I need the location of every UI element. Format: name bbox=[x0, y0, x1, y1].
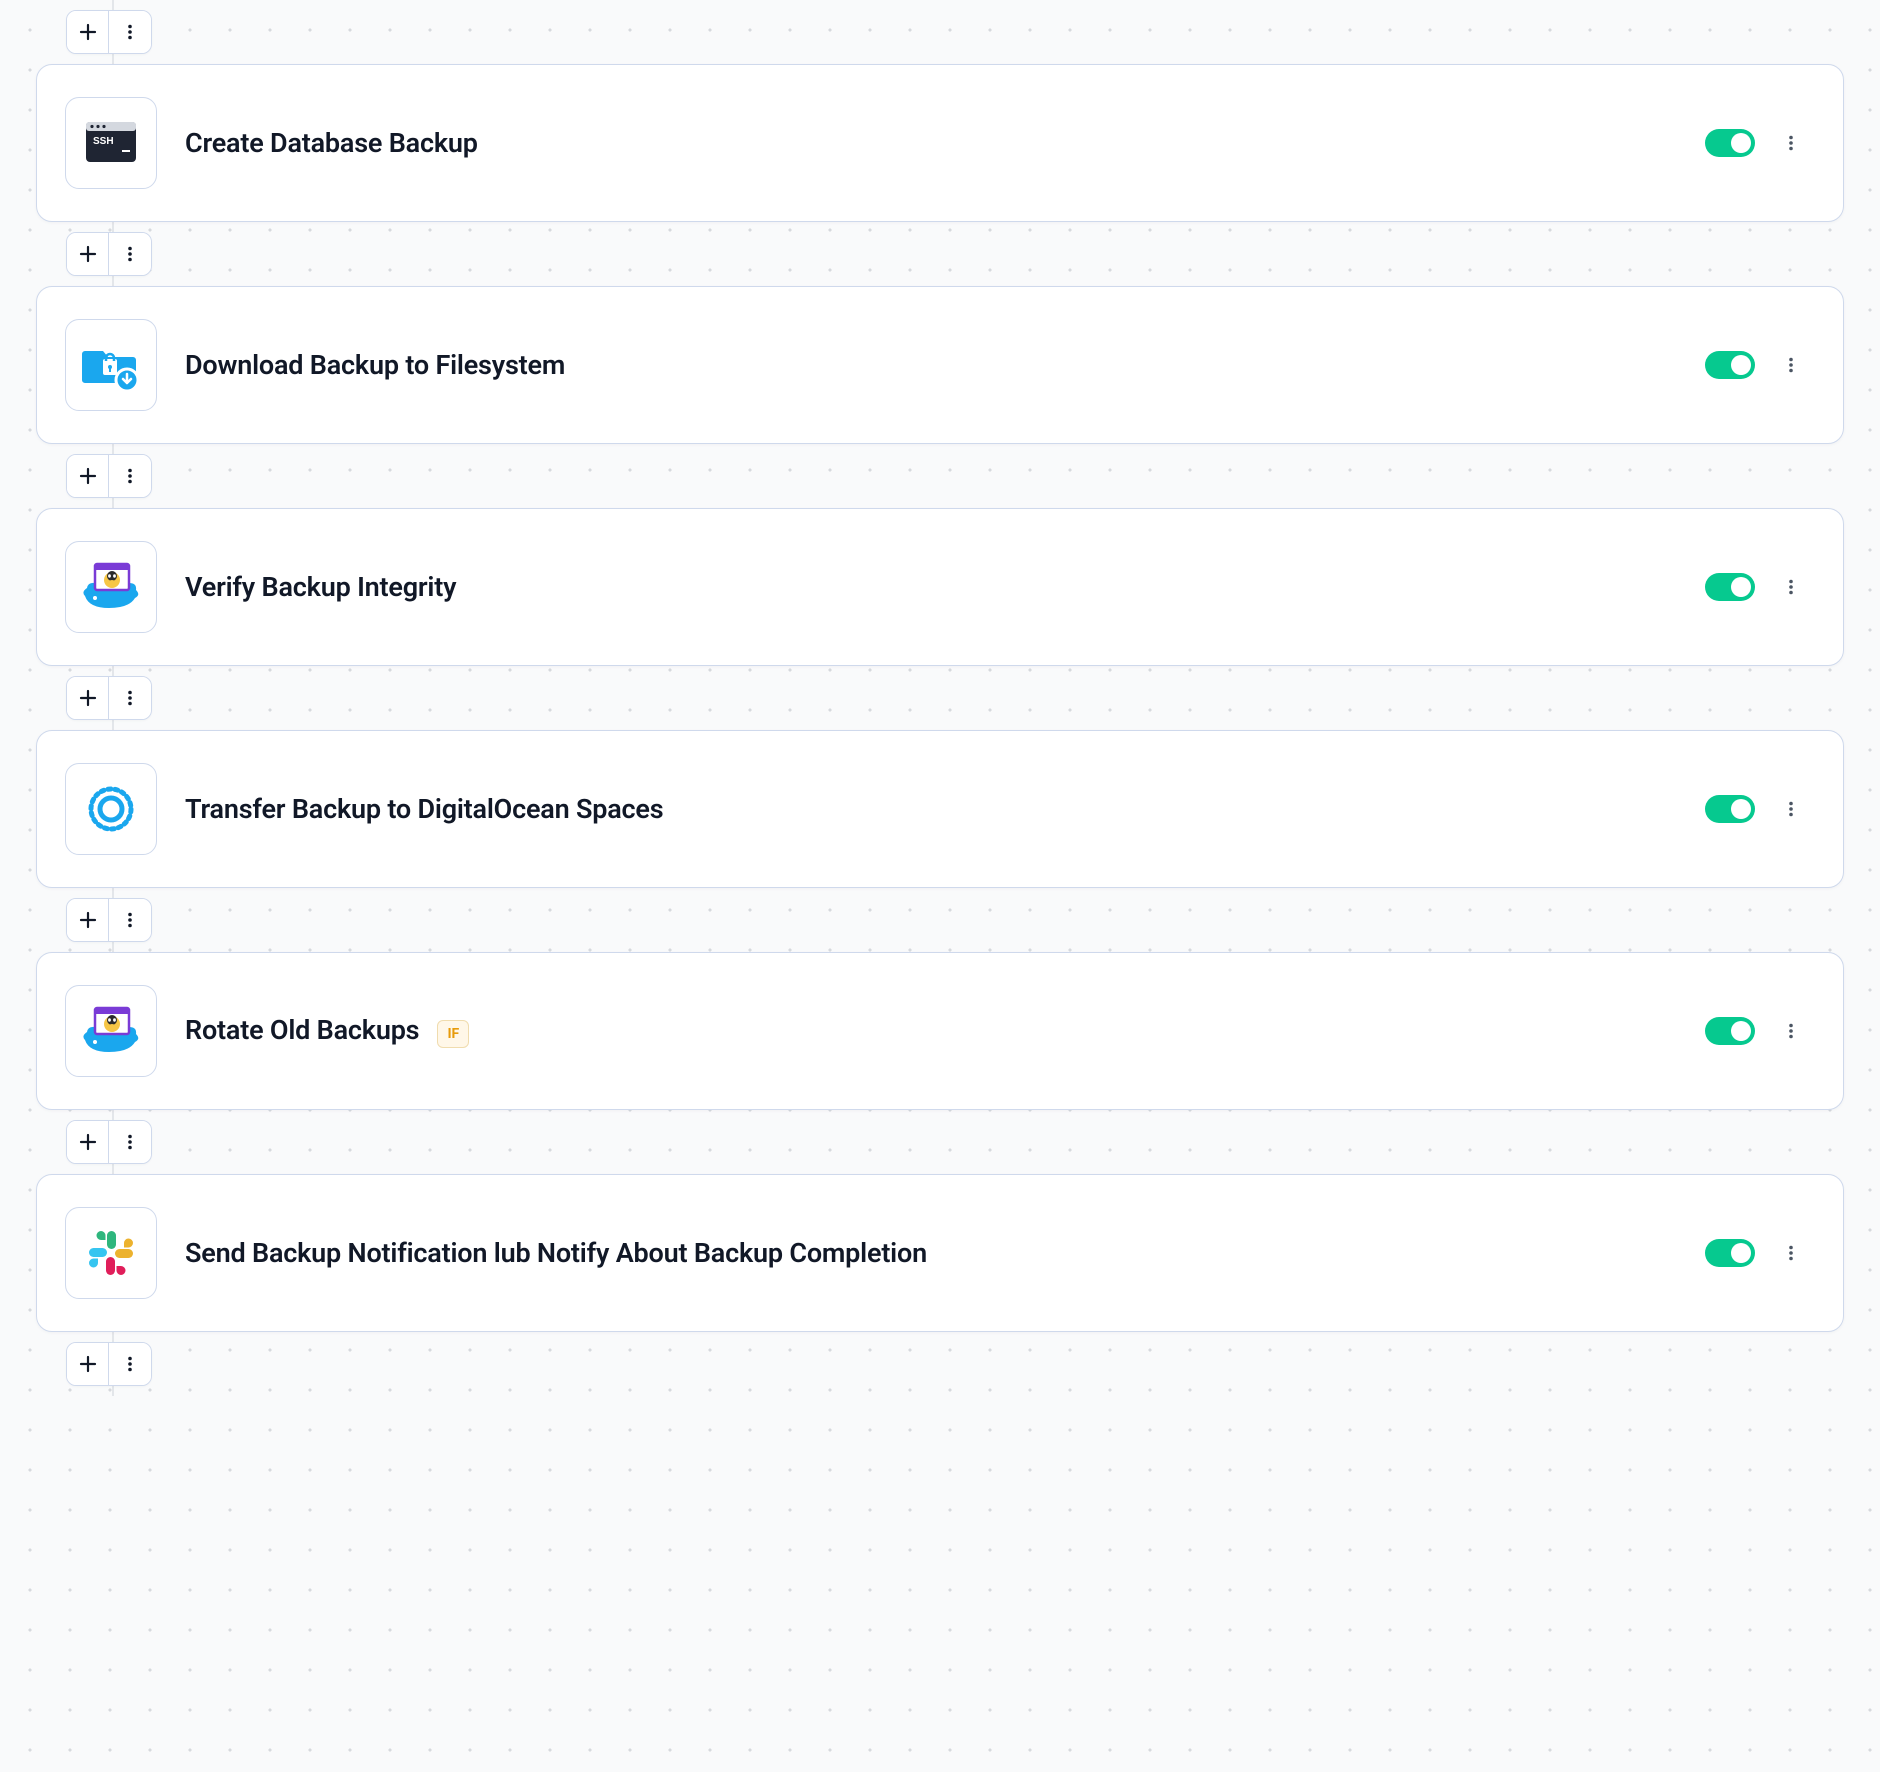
add-step-group bbox=[66, 10, 152, 54]
step-menu-button[interactable] bbox=[1779, 1019, 1803, 1043]
step-actions bbox=[1705, 1239, 1803, 1267]
step-title: Transfer Backup to DigitalOcean Spaces bbox=[185, 793, 663, 825]
step-menu-button[interactable] bbox=[1779, 575, 1803, 599]
add-step-group bbox=[66, 676, 152, 720]
add-step-button[interactable] bbox=[67, 455, 109, 497]
if-condition-badge: IF bbox=[437, 1020, 469, 1048]
workflow-container: SSH Create Database Backup bbox=[0, 0, 1880, 1396]
add-step-button[interactable] bbox=[67, 1121, 109, 1163]
step-actions bbox=[1705, 1017, 1803, 1045]
add-step-row bbox=[36, 1110, 1844, 1174]
step-toggle[interactable] bbox=[1705, 1017, 1755, 1045]
add-step-button[interactable] bbox=[67, 899, 109, 941]
step-actions bbox=[1705, 351, 1803, 379]
slack-icon bbox=[65, 1207, 157, 1299]
add-step-menu-button[interactable] bbox=[109, 899, 151, 941]
add-step-menu-button[interactable] bbox=[109, 455, 151, 497]
digitalocean-icon bbox=[65, 763, 157, 855]
step-toggle[interactable] bbox=[1705, 129, 1755, 157]
step-title: Create Database Backup bbox=[185, 127, 478, 159]
add-step-group bbox=[66, 1120, 152, 1164]
step-card[interactable]: Send Backup Notification lub Notify Abou… bbox=[36, 1174, 1844, 1332]
add-step-button[interactable] bbox=[67, 233, 109, 275]
step-title: Verify Backup Integrity bbox=[185, 571, 456, 603]
add-step-row bbox=[36, 0, 1844, 64]
step-menu-button[interactable] bbox=[1779, 131, 1803, 155]
add-step-button[interactable] bbox=[67, 677, 109, 719]
add-step-group bbox=[66, 454, 152, 498]
add-step-row bbox=[36, 222, 1844, 286]
step-menu-button[interactable] bbox=[1779, 797, 1803, 821]
add-step-button[interactable] bbox=[67, 11, 109, 53]
docker-linux-icon bbox=[65, 541, 157, 633]
step-card[interactable]: Rotate Old Backups IF bbox=[36, 952, 1844, 1110]
step-title-wrap: Rotate Old Backups IF bbox=[185, 1014, 469, 1049]
step-title: Send Backup Notification lub Notify Abou… bbox=[185, 1237, 927, 1269]
step-menu-button[interactable] bbox=[1779, 1241, 1803, 1265]
add-step-menu-button[interactable] bbox=[109, 1121, 151, 1163]
step-actions bbox=[1705, 129, 1803, 157]
step-card[interactable]: SSH Create Database Backup bbox=[36, 64, 1844, 222]
add-step-row bbox=[36, 666, 1844, 730]
add-step-row bbox=[36, 444, 1844, 508]
step-actions bbox=[1705, 795, 1803, 823]
step-toggle[interactable] bbox=[1705, 351, 1755, 379]
step-card[interactable]: Download Backup to Filesystem bbox=[36, 286, 1844, 444]
add-step-menu-button[interactable] bbox=[109, 677, 151, 719]
step-actions bbox=[1705, 573, 1803, 601]
step-card[interactable]: Verify Backup Integrity bbox=[36, 508, 1844, 666]
add-step-menu-button[interactable] bbox=[109, 11, 151, 53]
add-step-row bbox=[36, 1332, 1844, 1396]
add-step-row bbox=[36, 888, 1844, 952]
step-title: Rotate Old Backups bbox=[185, 1014, 419, 1046]
step-card[interactable]: Transfer Backup to DigitalOcean Spaces bbox=[36, 730, 1844, 888]
docker-linux-icon bbox=[65, 985, 157, 1077]
ssh-icon: SSH bbox=[65, 97, 157, 189]
add-step-menu-button[interactable] bbox=[109, 233, 151, 275]
step-toggle[interactable] bbox=[1705, 795, 1755, 823]
add-step-group bbox=[66, 232, 152, 276]
step-toggle[interactable] bbox=[1705, 573, 1755, 601]
step-menu-button[interactable] bbox=[1779, 353, 1803, 377]
add-step-button[interactable] bbox=[67, 1343, 109, 1385]
step-toggle[interactable] bbox=[1705, 1239, 1755, 1267]
add-step-group bbox=[66, 898, 152, 942]
step-title: Download Backup to Filesystem bbox=[185, 349, 565, 381]
svg-text:SSH: SSH bbox=[93, 136, 114, 147]
add-step-menu-button[interactable] bbox=[109, 1343, 151, 1385]
add-step-group bbox=[66, 1342, 152, 1386]
download-folder-icon bbox=[65, 319, 157, 411]
